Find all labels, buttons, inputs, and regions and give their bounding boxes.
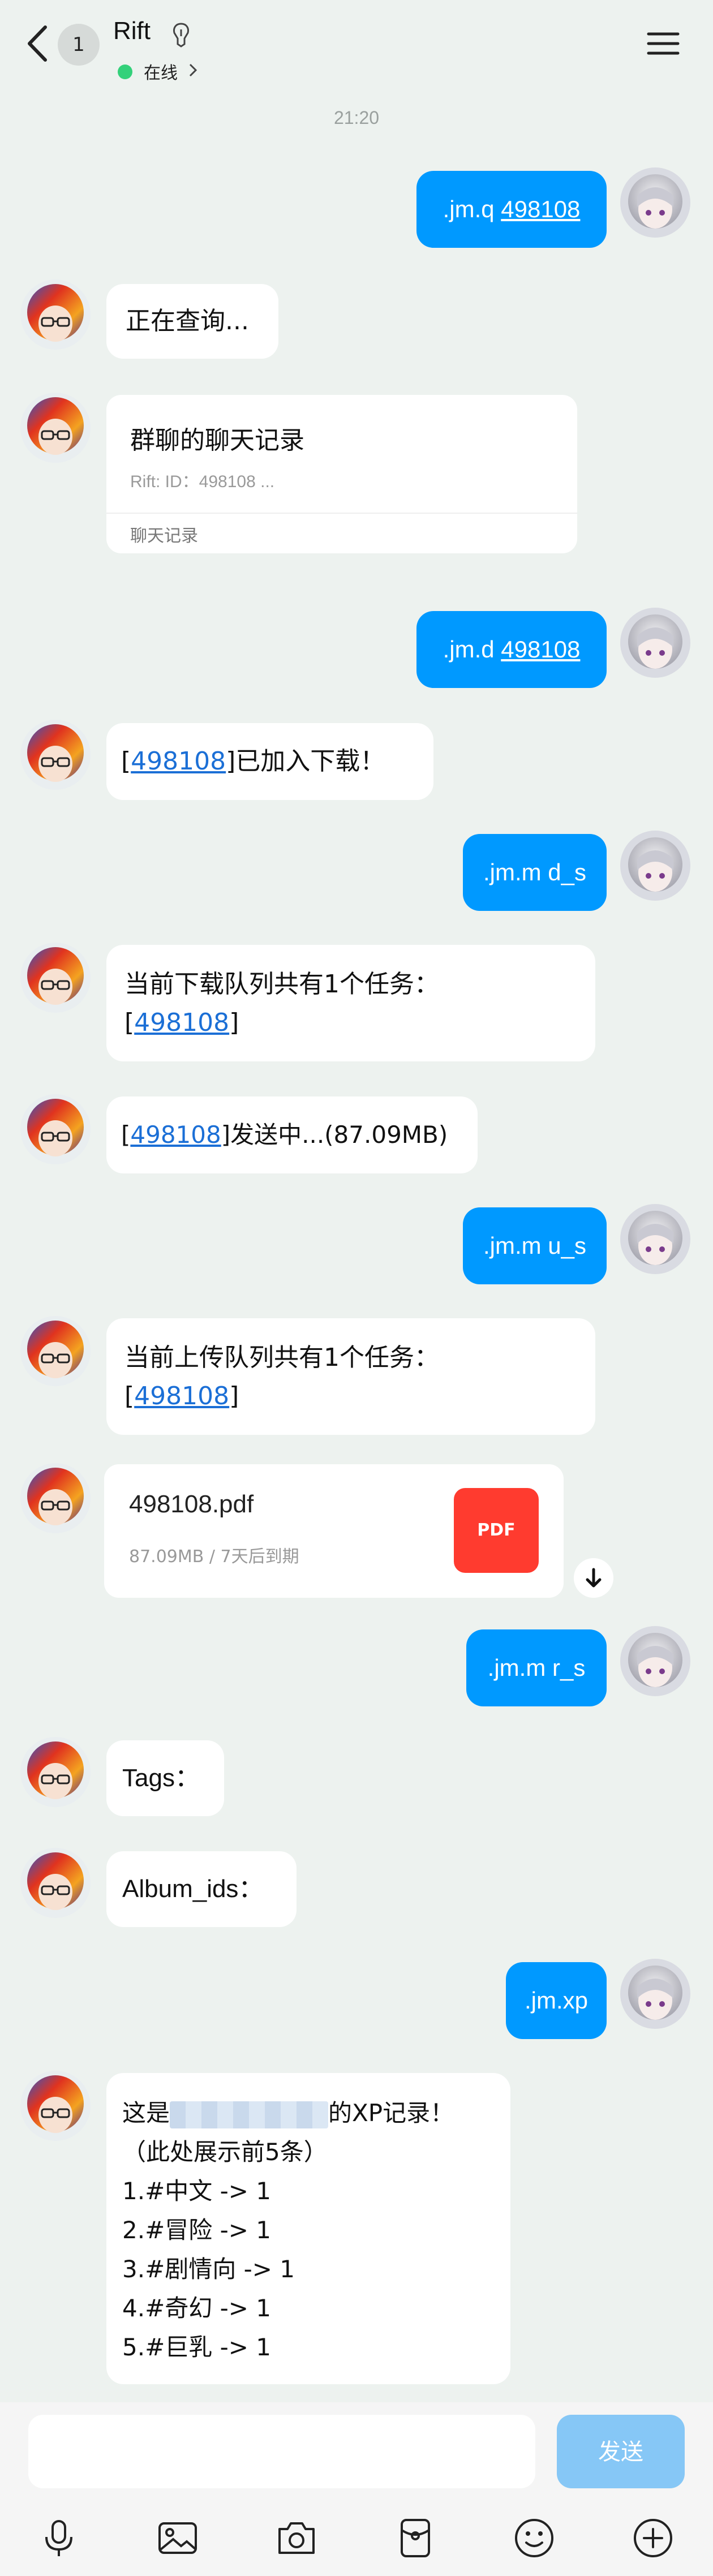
menu-icon[interactable] bbox=[646, 29, 680, 58]
my-avatar[interactable] bbox=[620, 1626, 690, 1696]
my-message-bubble[interactable]: .jm.m r_s bbox=[466, 1629, 607, 1706]
bot-message-bubble[interactable]: 正在查询... bbox=[106, 284, 278, 359]
bot-avatar[interactable] bbox=[20, 1848, 91, 1918]
album-id-link[interactable]: 498108 bbox=[501, 196, 580, 222]
bot-avatar[interactable] bbox=[20, 2071, 91, 2141]
bot-avatar[interactable] bbox=[20, 1737, 91, 1807]
my-avatar[interactable] bbox=[620, 167, 690, 238]
bot-avatar[interactable] bbox=[20, 1463, 91, 1533]
pin-icon bbox=[173, 23, 189, 48]
my-message-bubble[interactable]: .jm.d 498108 bbox=[416, 611, 607, 688]
chat-title[interactable]: Rift bbox=[113, 17, 151, 45]
album-id-link[interactable]: 498108 bbox=[134, 1008, 229, 1037]
bot-avatar[interactable] bbox=[20, 279, 91, 350]
bot-avatar[interactable] bbox=[20, 393, 91, 463]
chevron-right-icon[interactable] bbox=[187, 59, 200, 81]
bot-message-bubble[interactable]: [498108]发送中...(87.09MB) bbox=[106, 1096, 478, 1173]
album-id-link[interactable]: 498108 bbox=[131, 747, 226, 776]
my-avatar[interactable] bbox=[620, 1959, 690, 2029]
bot-avatar[interactable] bbox=[20, 1094, 91, 1164]
blurred-username bbox=[170, 2101, 329, 2128]
xp-record-line: 5.#巨乳 -> 1 bbox=[122, 2333, 272, 2361]
my-message-bubble[interactable]: .jm.m d_s bbox=[463, 834, 607, 911]
message-timestamp: 21:20 bbox=[333, 107, 380, 128]
send-button[interactable]: 发送 bbox=[557, 2415, 685, 2488]
my-avatar[interactable] bbox=[620, 1204, 690, 1274]
card-footer: 聊天记录 bbox=[130, 526, 198, 546]
chat-history-card[interactable]: 群聊的聊天记录 Rift: ID：498108 ... 聊天记录 bbox=[106, 395, 577, 553]
unread-count-badge[interactable]: 1 bbox=[58, 24, 100, 66]
card-title: 群聊的聊天记录 bbox=[130, 426, 304, 455]
card-preview: Rift: ID：498108 ... bbox=[130, 472, 275, 491]
xp-record-line: 1.#中文 -> 1 bbox=[122, 2177, 272, 2205]
plus-icon[interactable] bbox=[632, 2517, 675, 2560]
image-icon[interactable] bbox=[156, 2517, 199, 2560]
bot-message-bubble[interactable]: 当前上传队列共有1个任务： [498108] bbox=[106, 1318, 595, 1435]
file-meta: 87.09MB / 7天后到期 bbox=[129, 1547, 299, 1567]
card-divider bbox=[106, 513, 577, 514]
mic-icon[interactable] bbox=[37, 2517, 80, 2560]
xp-record-line: （此处展示前5条） bbox=[122, 2138, 328, 2166]
emoji-icon[interactable] bbox=[513, 2517, 556, 2560]
online-status-dot bbox=[118, 64, 132, 79]
album-id-link[interactable]: 498108 bbox=[130, 1121, 221, 1149]
xp-record-line: 3.#剧情向 -> 1 bbox=[122, 2255, 295, 2283]
camera-icon[interactable] bbox=[275, 2517, 318, 2560]
back-chevron-icon[interactable] bbox=[23, 24, 57, 63]
bot-message-bubble[interactable]: Tags： bbox=[106, 1740, 224, 1816]
my-message-bubble[interactable]: .jm.q 498108 bbox=[416, 171, 607, 248]
bot-message-bubble[interactable]: Album_ids： bbox=[106, 1851, 297, 1927]
download-icon[interactable] bbox=[574, 1558, 613, 1598]
message-input[interactable] bbox=[28, 2415, 535, 2488]
bot-message-bubble[interactable]: 这是 的XP记录！ （此处展示前5条） 1.#中文 -> 1 2.#冒险 -> 1… bbox=[106, 2073, 510, 2384]
xp-record-line: 4.#奇幻 -> 1 bbox=[122, 2294, 272, 2322]
bot-message-bubble[interactable]: 当前下载队列共有1个任务： [498108] bbox=[106, 945, 595, 1061]
bot-avatar[interactable] bbox=[20, 1316, 91, 1386]
bottom-toolbar bbox=[0, 2498, 713, 2576]
my-message-bubble[interactable]: .jm.xp bbox=[506, 1962, 607, 2039]
bot-avatar[interactable] bbox=[20, 720, 91, 790]
xp-record-line: 2.#冒险 -> 1 bbox=[122, 2216, 272, 2244]
album-id-link[interactable]: 498108 bbox=[501, 636, 580, 663]
bot-message-bubble[interactable]: [498108]已加入下载！ bbox=[106, 723, 433, 800]
my-message-bubble[interactable]: .jm.m u_s bbox=[463, 1207, 607, 1284]
online-status-text[interactable]: 在线 bbox=[144, 59, 178, 84]
my-avatar[interactable] bbox=[620, 831, 690, 901]
bot-avatar[interactable] bbox=[20, 943, 91, 1013]
my-avatar[interactable] bbox=[620, 608, 690, 678]
file-name: 498108.pdf bbox=[129, 1490, 254, 1518]
xp-record-heading: 这是 的XP记录！ bbox=[122, 2093, 510, 2132]
pdf-file-icon: PDF bbox=[454, 1488, 539, 1573]
queue-status-line: 当前上传队列共有1个任务： bbox=[124, 1343, 439, 1372]
queue-status-line: 当前下载队列共有1个任务： bbox=[124, 970, 439, 999]
red-packet-icon[interactable] bbox=[394, 2517, 437, 2560]
album-id-link[interactable]: 498108 bbox=[134, 1382, 229, 1410]
file-message-card[interactable]: 498108.pdf 87.09MB / 7天后到期 PDF bbox=[104, 1464, 564, 1598]
